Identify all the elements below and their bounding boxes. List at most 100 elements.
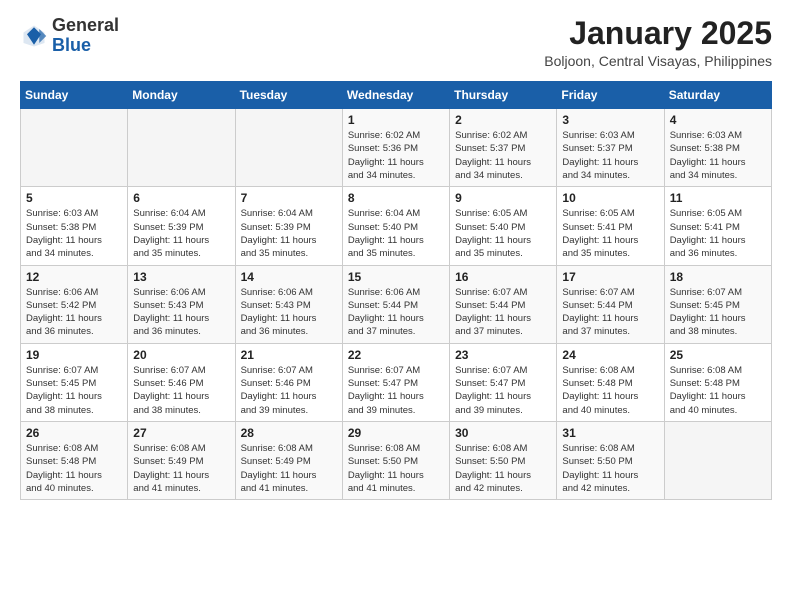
day-number: 25 (670, 348, 766, 362)
day-number: 11 (670, 191, 766, 205)
day-number: 28 (241, 426, 337, 440)
day-info: Sunrise: 6:07 AM Sunset: 5:45 PM Dayligh… (26, 364, 122, 417)
logo-icon (20, 22, 48, 50)
day-info: Sunrise: 6:08 AM Sunset: 5:49 PM Dayligh… (241, 442, 337, 495)
day-info: Sunrise: 6:05 AM Sunset: 5:40 PM Dayligh… (455, 207, 551, 260)
weekday-header-friday: Friday (557, 82, 664, 109)
calendar-cell: 15 Sunrise: 6:06 AM Sunset: 5:44 PM Dayli… (342, 265, 449, 343)
day-number: 13 (133, 270, 229, 284)
calendar-cell (128, 109, 235, 187)
calendar-cell: 19 Sunrise: 6:07 AM Sunset: 5:45 PM Dayli… (21, 343, 128, 421)
calendar-cell (235, 109, 342, 187)
calendar-cell: 18Sunrise: 6:07 AM Sunset: 5:45 PM Dayli… (664, 265, 771, 343)
calendar-cell: 1Sunrise: 6:02 AM Sunset: 5:36 PM Daylig… (342, 109, 449, 187)
calendar-cell: 23 Sunrise: 6:07 AM Sunset: 5:47 PM Dayli… (450, 343, 557, 421)
calendar-cell: 25Sunrise: 6:08 AM Sunset: 5:48 PM Dayli… (664, 343, 771, 421)
calendar-cell: 7 Sunrise: 6:04 AM Sunset: 5:39 PM Daylig… (235, 187, 342, 265)
calendar-cell: 28 Sunrise: 6:08 AM Sunset: 5:49 PM Dayli… (235, 421, 342, 499)
calendar-cell: 22 Sunrise: 6:07 AM Sunset: 5:47 PM Dayli… (342, 343, 449, 421)
day-info: Sunrise: 6:08 AM Sunset: 5:50 PM Dayligh… (348, 442, 444, 495)
day-number: 18 (670, 270, 766, 284)
day-number: 9 (455, 191, 551, 205)
day-number: 16 (455, 270, 551, 284)
day-number: 22 (348, 348, 444, 362)
calendar-cell: 21 Sunrise: 6:07 AM Sunset: 5:46 PM Dayli… (235, 343, 342, 421)
logo-blue: Blue (52, 36, 119, 56)
day-info: Sunrise: 6:07 AM Sunset: 5:47 PM Dayligh… (348, 364, 444, 417)
weekday-header-thursday: Thursday (450, 82, 557, 109)
weekday-header-monday: Monday (128, 82, 235, 109)
day-number: 15 (348, 270, 444, 284)
calendar-cell: 16Sunrise: 6:07 AM Sunset: 5:44 PM Dayli… (450, 265, 557, 343)
header: General Blue January 2025 Boljoon, Centr… (20, 16, 772, 69)
day-number: 27 (133, 426, 229, 440)
day-number: 24 (562, 348, 658, 362)
calendar-cell: 29 Sunrise: 6:08 AM Sunset: 5:50 PM Dayli… (342, 421, 449, 499)
calendar-cell: 2 Sunrise: 6:02 AM Sunset: 5:37 PM Daylig… (450, 109, 557, 187)
day-info: Sunrise: 6:05 AM Sunset: 5:41 PM Dayligh… (562, 207, 658, 260)
day-number: 30 (455, 426, 551, 440)
day-number: 26 (26, 426, 122, 440)
calendar-cell: 30 Sunrise: 6:08 AM Sunset: 5:50 PM Dayli… (450, 421, 557, 499)
calendar-cell: 17 Sunrise: 6:07 AM Sunset: 5:44 PM Dayli… (557, 265, 664, 343)
calendar-cell: 27 Sunrise: 6:08 AM Sunset: 5:49 PM Dayli… (128, 421, 235, 499)
day-number: 17 (562, 270, 658, 284)
day-number: 6 (133, 191, 229, 205)
day-info: Sunrise: 6:07 AM Sunset: 5:44 PM Dayligh… (562, 286, 658, 339)
calendar-cell: 9 Sunrise: 6:05 AM Sunset: 5:40 PM Daylig… (450, 187, 557, 265)
calendar-cell: 10 Sunrise: 6:05 AM Sunset: 5:41 PM Dayli… (557, 187, 664, 265)
calendar-cell (664, 421, 771, 499)
day-info: Sunrise: 6:08 AM Sunset: 5:50 PM Dayligh… (562, 442, 658, 495)
calendar-cell (21, 109, 128, 187)
calendar-header: SundayMondayTuesdayWednesdayThursdayFrid… (21, 82, 772, 109)
day-info: Sunrise: 6:07 AM Sunset: 5:47 PM Dayligh… (455, 364, 551, 417)
day-info: Sunrise: 6:08 AM Sunset: 5:49 PM Dayligh… (133, 442, 229, 495)
day-info: Sunrise: 6:05 AM Sunset: 5:41 PM Dayligh… (670, 207, 766, 260)
weekday-header-sunday: Sunday (21, 82, 128, 109)
day-number: 5 (26, 191, 122, 205)
day-number: 20 (133, 348, 229, 362)
day-info: Sunrise: 6:06 AM Sunset: 5:44 PM Dayligh… (348, 286, 444, 339)
day-info: Sunrise: 6:03 AM Sunset: 5:38 PM Dayligh… (670, 129, 766, 182)
day-info: Sunrise: 6:07 AM Sunset: 5:46 PM Dayligh… (241, 364, 337, 417)
title-block: January 2025 Boljoon, Central Visayas, P… (544, 16, 772, 69)
day-number: 21 (241, 348, 337, 362)
day-info: Sunrise: 6:06 AM Sunset: 5:43 PM Dayligh… (241, 286, 337, 339)
day-number: 10 (562, 191, 658, 205)
day-info: Sunrise: 6:02 AM Sunset: 5:37 PM Dayligh… (455, 129, 551, 182)
calendar-cell: 26 Sunrise: 6:08 AM Sunset: 5:48 PM Dayli… (21, 421, 128, 499)
day-info: Sunrise: 6:08 AM Sunset: 5:50 PM Dayligh… (455, 442, 551, 495)
day-info: Sunrise: 6:04 AM Sunset: 5:40 PM Dayligh… (348, 207, 444, 260)
weekday-header-saturday: Saturday (664, 82, 771, 109)
day-info: Sunrise: 6:02 AM Sunset: 5:36 PM Dayligh… (348, 129, 444, 182)
logo-general: General (52, 16, 119, 36)
weekday-header-tuesday: Tuesday (235, 82, 342, 109)
day-number: 31 (562, 426, 658, 440)
day-info: Sunrise: 6:04 AM Sunset: 5:39 PM Dayligh… (241, 207, 337, 260)
day-info: Sunrise: 6:08 AM Sunset: 5:48 PM Dayligh… (562, 364, 658, 417)
calendar-cell: 13Sunrise: 6:06 AM Sunset: 5:43 PM Dayli… (128, 265, 235, 343)
calendar-cell: 8 Sunrise: 6:04 AM Sunset: 5:40 PM Daylig… (342, 187, 449, 265)
day-number: 8 (348, 191, 444, 205)
calendar-cell: 24 Sunrise: 6:08 AM Sunset: 5:48 PM Dayli… (557, 343, 664, 421)
day-info: Sunrise: 6:04 AM Sunset: 5:39 PM Dayligh… (133, 207, 229, 260)
calendar-body: 1Sunrise: 6:02 AM Sunset: 5:36 PM Daylig… (21, 109, 772, 500)
weekday-row: SundayMondayTuesdayWednesdayThursdayFrid… (21, 82, 772, 109)
day-info: Sunrise: 6:08 AM Sunset: 5:48 PM Dayligh… (26, 442, 122, 495)
month-title: January 2025 (544, 16, 772, 51)
day-info: Sunrise: 6:07 AM Sunset: 5:46 PM Dayligh… (133, 364, 229, 417)
calendar-cell: 6 Sunrise: 6:04 AM Sunset: 5:39 PM Daylig… (128, 187, 235, 265)
calendar-cell: 14 Sunrise: 6:06 AM Sunset: 5:43 PM Dayli… (235, 265, 342, 343)
day-number: 29 (348, 426, 444, 440)
day-number: 2 (455, 113, 551, 127)
day-number: 12 (26, 270, 122, 284)
logo-text: General Blue (52, 16, 119, 56)
day-number: 19 (26, 348, 122, 362)
week-row-2: 5Sunrise: 6:03 AM Sunset: 5:38 PM Daylig… (21, 187, 772, 265)
weekday-header-wednesday: Wednesday (342, 82, 449, 109)
day-number: 23 (455, 348, 551, 362)
day-number: 14 (241, 270, 337, 284)
day-number: 7 (241, 191, 337, 205)
calendar-cell: 4Sunrise: 6:03 AM Sunset: 5:38 PM Daylig… (664, 109, 771, 187)
page: General Blue January 2025 Boljoon, Centr… (0, 0, 792, 516)
